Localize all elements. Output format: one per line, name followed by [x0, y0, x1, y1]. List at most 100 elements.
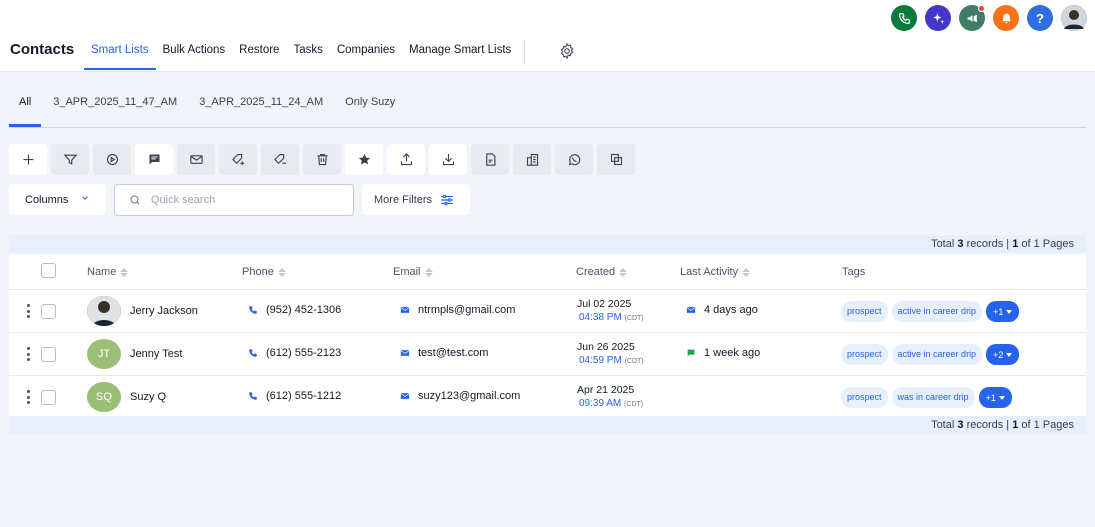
bulk-toolbar	[9, 144, 635, 175]
nav-manage-smart-lists[interactable]: Manage Smart Lists	[402, 36, 518, 70]
sparkle-icon[interactable]	[925, 5, 951, 31]
email-cell[interactable]: test@test.com	[400, 347, 488, 359]
tag-badge[interactable]: active in career drip	[891, 344, 983, 365]
tag-badge[interactable]: prospect	[841, 387, 888, 408]
table-row[interactable]: SQ Suzy Q (612) 555-1212 suzy123@gmail.c…	[9, 376, 1086, 419]
delete-button[interactable]	[303, 144, 341, 175]
email-icon	[400, 350, 410, 356]
more-tags-button[interactable]: +1	[978, 387, 1012, 408]
more-tags-button[interactable]: +2	[986, 344, 1020, 365]
phone-number[interactable]: (612) 555-2123	[266, 347, 341, 359]
row-menu-icon[interactable]	[27, 347, 31, 361]
nav-tasks[interactable]: Tasks	[286, 36, 329, 70]
col-last-activity[interactable]: Last Activity	[680, 266, 751, 278]
search-input[interactable]	[151, 194, 331, 206]
summary-records-label: records |	[966, 238, 1010, 250]
tag-badge[interactable]: prospect	[841, 344, 888, 365]
send-email-button[interactable]	[177, 144, 215, 175]
filter-button[interactable]	[51, 144, 89, 175]
phone-number[interactable]: (952) 452-1306	[266, 304, 341, 316]
merge-button[interactable]	[597, 144, 635, 175]
email-cell[interactable]: ntrmpls@gmail.com	[400, 304, 515, 316]
tab-only-suzy[interactable]: Only Suzy	[335, 86, 405, 127]
message-icon	[149, 154, 159, 165]
settings-gear-icon[interactable]	[558, 42, 576, 60]
contact-avatar: JT	[87, 339, 121, 369]
phone-cell[interactable]: (612) 555-2123	[248, 347, 341, 359]
nav-smart-lists[interactable]: Smart Lists	[84, 36, 156, 70]
row-checkbox[interactable]	[41, 347, 56, 362]
summary-page: 1	[1012, 238, 1019, 250]
phone-number[interactable]: (612) 555-1212	[266, 390, 341, 402]
sort-icon	[742, 267, 751, 277]
nav-companies[interactable]: Companies	[330, 36, 402, 70]
tag-badge[interactable]: was in career drip	[891, 387, 975, 408]
megaphone-icon[interactable]	[959, 5, 985, 31]
star-button[interactable]	[345, 144, 383, 175]
row-menu-icon[interactable]	[27, 304, 31, 318]
col-email[interactable]: Email	[393, 266, 433, 278]
email-address[interactable]: suzy123@gmail.com	[418, 390, 520, 402]
col-phone[interactable]: Phone	[242, 266, 286, 278]
send-message-button[interactable]	[135, 144, 173, 175]
add-tag-icon	[231, 153, 244, 166]
caret-down-icon	[998, 395, 1005, 400]
contact-name[interactable]: Suzy Q	[130, 391, 166, 403]
add-tag-button[interactable]	[219, 144, 257, 175]
row-checkbox[interactable]	[41, 304, 56, 319]
review-request-button[interactable]	[471, 144, 509, 175]
remove-tag-button[interactable]	[261, 144, 299, 175]
tag-badge[interactable]: active in career drip	[891, 301, 983, 322]
email-icon	[400, 307, 410, 313]
records-summary-top: Total 3 records | 1 of 1 Pages	[9, 235, 1086, 253]
bell-icon[interactable]	[993, 5, 1019, 31]
created-cell: Jun 26 2025 04:59 PM (CDT)	[577, 341, 644, 368]
created-date: Jun 26 2025	[577, 341, 635, 353]
chevron-down-icon	[80, 193, 90, 206]
nav-bulk-actions[interactable]: Bulk Actions	[156, 36, 233, 70]
tags-cell: prospect was in career drip +1	[841, 387, 1012, 408]
search-icon	[130, 195, 140, 205]
tab-list-1147[interactable]: 3_APR_2025_11_47_AM	[43, 86, 187, 127]
contact-name[interactable]: Jenny Test	[130, 348, 182, 360]
table-row[interactable]: JT Jenny Test (612) 555-2123 test@test.c…	[9, 333, 1086, 376]
import-button[interactable]	[429, 144, 467, 175]
contact-name-cell[interactable]: JT Jenny Test	[87, 339, 182, 369]
whatsapp-button[interactable]	[555, 144, 593, 175]
select-all-checkbox[interactable]	[41, 263, 56, 278]
more-tags-button[interactable]: +1	[986, 301, 1020, 322]
help-icon[interactable]: ?	[1027, 5, 1053, 31]
tab-list-1124[interactable]: 3_APR_2025_11_24_AM	[189, 86, 333, 127]
quick-search[interactable]	[114, 184, 354, 216]
user-avatar[interactable]	[1061, 5, 1087, 31]
phone-icon[interactable]	[891, 5, 917, 31]
phone-cell[interactable]: (952) 452-1306	[248, 304, 341, 316]
more-filters-button[interactable]: More Filters	[362, 184, 470, 215]
email-cell[interactable]: suzy123@gmail.com	[400, 390, 520, 402]
tag-badge[interactable]: prospect	[841, 301, 888, 322]
phone-cell[interactable]: (612) 555-1212	[248, 390, 341, 402]
contact-name-cell[interactable]: SQ Suzy Q	[87, 382, 166, 412]
email-address[interactable]: test@test.com	[418, 347, 488, 359]
row-menu-icon[interactable]	[27, 390, 31, 404]
contact-name-cell[interactable]: Jerry Jackson	[87, 296, 198, 326]
tab-all[interactable]: All	[9, 86, 42, 127]
email-address[interactable]: ntrmpls@gmail.com	[418, 304, 515, 316]
company-button[interactable]	[513, 144, 551, 175]
summary-page: 1	[1012, 419, 1019, 431]
caret-down-icon	[1006, 352, 1013, 357]
workflow-button[interactable]	[93, 144, 131, 175]
contact-name[interactable]: Jerry Jackson	[130, 305, 198, 317]
add-contact-button[interactable]	[9, 144, 47, 175]
phone-icon	[249, 392, 257, 400]
timezone: (CDT)	[624, 401, 644, 408]
nav-restore[interactable]: Restore	[232, 36, 286, 70]
col-created[interactable]: Created	[576, 266, 628, 278]
columns-dropdown[interactable]: Columns	[9, 184, 106, 215]
nav-divider	[524, 40, 526, 64]
export-button[interactable]	[387, 144, 425, 175]
row-checkbox[interactable]	[41, 390, 56, 405]
app-header: Contacts Smart Lists Bulk Actions Restor…	[0, 0, 1095, 72]
col-name[interactable]: Name	[87, 266, 129, 278]
table-row[interactable]: Jerry Jackson (952) 452-1306 ntrmpls@gma…	[9, 290, 1086, 333]
